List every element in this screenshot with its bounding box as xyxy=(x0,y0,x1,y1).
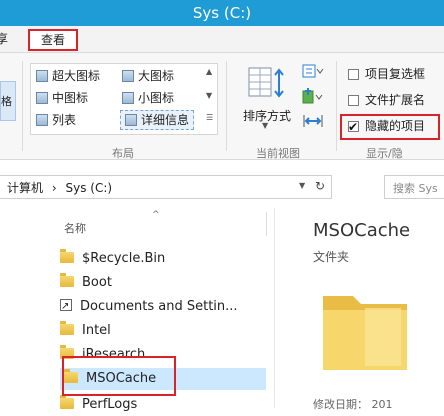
search-box[interactable]: 搜索 Sys xyxy=(384,175,444,199)
window-title: Sys (C:) xyxy=(192,4,252,22)
show-hide-group-label: 显示/隐 xyxy=(366,147,403,160)
checkbox-icon xyxy=(348,69,359,80)
group-by-button[interactable] xyxy=(302,63,326,81)
preview-title: MSOCache xyxy=(313,220,411,241)
list-icon xyxy=(36,114,48,126)
navigation-pane-button[interactable]: 格 xyxy=(0,81,16,121)
add-columns-icon xyxy=(302,88,323,104)
tab-share[interactable]: 享 xyxy=(0,30,10,48)
details-icon xyxy=(125,114,137,126)
size-columns-icon xyxy=(303,115,323,127)
medium-icons-icon xyxy=(36,92,48,104)
file-item-intel[interactable]: Intel xyxy=(60,320,260,342)
file-extensions-checkbox[interactable]: 文件扩展名 xyxy=(348,91,425,109)
extra-large-icons-icon xyxy=(36,70,48,82)
preview-type: 文件夹 xyxy=(313,250,350,264)
file-item-recycle-bin[interactable]: $Recycle.Bin xyxy=(60,248,260,270)
column-divider[interactable] xyxy=(266,212,267,236)
small-icons-icon xyxy=(122,92,134,104)
gallery-expand[interactable]: ☰ xyxy=(206,113,213,122)
sort-ascending-icon: ^ xyxy=(152,210,160,220)
tab-view[interactable]: 查看 xyxy=(28,29,78,51)
sort-by-button[interactable]: 排序方式 ▼ xyxy=(236,65,298,130)
file-item-boot[interactable]: Boot xyxy=(60,272,260,294)
column-header-name[interactable]: 名称 xyxy=(64,220,86,236)
shortcut-icon xyxy=(60,296,72,318)
msocache-highlight xyxy=(62,356,176,396)
navigation-pane-label: 格 xyxy=(1,95,12,108)
add-columns-button[interactable] xyxy=(302,87,326,107)
ribbon: 格 超大图标 大图标 中图标 小图标 列表 详细信息 ▲ ▼ ☰ 布局 排序方式… xyxy=(0,52,444,160)
file-list: ^ 名称 $Recycle.Bin Boot Documents and Set… xyxy=(60,208,270,412)
file-item-documents-and-settings[interactable]: Documents and Settin... xyxy=(60,296,260,318)
navigation-pane xyxy=(0,208,60,408)
layout-extra-large-icons[interactable]: 超大图标 xyxy=(36,67,100,85)
file-item-perflogs[interactable]: PerfLogs xyxy=(60,394,260,416)
folder-icon xyxy=(60,249,74,263)
gallery-scroll-down[interactable]: ▼ xyxy=(206,91,212,100)
sort-by-icon xyxy=(248,67,284,98)
chevron-down-icon: ▼ xyxy=(262,121,269,130)
layout-small-icons[interactable]: 小图标 xyxy=(122,89,174,107)
layout-medium-icons[interactable]: 中图标 xyxy=(36,89,88,107)
chevron-right-icon: › xyxy=(51,181,57,195)
group-by-icon xyxy=(302,64,324,78)
large-icons-icon xyxy=(122,70,134,82)
gallery-scroll-up[interactable]: ▲ xyxy=(206,67,212,76)
refresh-icon[interactable]: ↻ xyxy=(315,179,325,193)
hidden-items-highlight xyxy=(340,114,440,140)
title-bar: Sys (C:) xyxy=(0,0,444,26)
ribbon-separator xyxy=(226,61,227,151)
folder-icon xyxy=(60,321,74,335)
preview-modified: 修改日期： 201 xyxy=(313,398,393,411)
folder-icon xyxy=(60,395,74,409)
search-input[interactable]: 搜索 Sys xyxy=(393,180,438,196)
breadcrumb: 计算机 › Sys (C:) xyxy=(7,179,112,196)
ribbon-separator xyxy=(336,61,337,151)
preview-pane: MSOCache 文件夹 修改日期： 201 xyxy=(274,208,444,411)
breadcrumb-drive[interactable]: Sys (C:) xyxy=(65,181,112,195)
layout-list[interactable]: 列表 xyxy=(36,111,76,129)
size-columns-button[interactable] xyxy=(302,113,326,131)
layout-group-label: 布局 xyxy=(112,147,134,160)
breadcrumb-computer[interactable]: 计算机 xyxy=(7,181,43,195)
current-view-group-label: 当前视图 xyxy=(256,147,300,160)
address-bar-row: 计算机 › Sys (C:) ▼ ↻ 搜索 Sys xyxy=(0,172,444,202)
address-bar[interactable]: 计算机 › Sys (C:) ▼ ↻ xyxy=(0,175,332,199)
ribbon-tab-bar: 享 查看 xyxy=(0,26,444,52)
layout-large-icons[interactable]: 大图标 xyxy=(122,67,174,85)
item-checkboxes-checkbox[interactable]: 项目复选框 xyxy=(348,65,425,83)
ribbon-separator xyxy=(22,61,23,151)
folder-icon xyxy=(60,273,74,287)
large-folder-icon xyxy=(323,296,407,370)
layout-details[interactable]: 详细信息 xyxy=(120,110,195,130)
chevron-down-icon[interactable]: ▼ xyxy=(299,181,305,190)
checkbox-icon xyxy=(348,95,359,106)
